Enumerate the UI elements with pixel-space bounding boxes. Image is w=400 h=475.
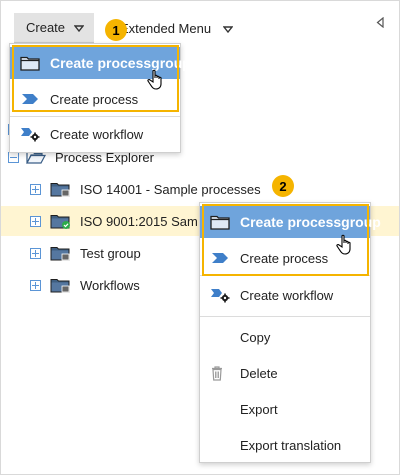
menu-item-label: Create process	[240, 250, 329, 266]
folder-locked-icon	[50, 245, 70, 261]
hand-cursor-icon	[336, 234, 351, 255]
folder-approved-icon	[50, 213, 70, 229]
step-badge-1: 1	[105, 19, 127, 41]
chevron-down-icon	[74, 25, 84, 32]
expand-toggle-icon[interactable]	[30, 184, 41, 195]
toolbar: Create Extended Menu	[0, 0, 400, 44]
create-dropdown-menu: Create processgroup Create process Creat…	[9, 43, 191, 153]
process-chevron-icon	[212, 253, 228, 263]
tree-label: ISO 14001 - Sample processes	[80, 181, 261, 197]
expand-toggle-icon[interactable]	[30, 280, 41, 291]
tree-label: ISO 9001:2015 Sam	[80, 213, 198, 229]
create-dropdown-button[interactable]: Create	[14, 13, 94, 43]
menu-item-export[interactable]: Export	[200, 393, 370, 425]
step-badge-2: 2	[272, 175, 294, 197]
workflow-gear-icon	[21, 128, 40, 142]
menu-item-label: Create process	[50, 91, 139, 107]
tree-item-iso14001[interactable]: ISO 14001 - Sample processes	[30, 178, 290, 200]
menu-item-label: Create workflow	[50, 126, 144, 142]
expand-toggle-icon[interactable]	[30, 248, 41, 259]
menu-item-label: Create processgroup	[240, 214, 381, 230]
menu-item-label: Export	[240, 401, 278, 417]
menu-item-label: Create processgroup	[50, 55, 191, 71]
folder-locked-icon	[50, 181, 70, 197]
expand-toggle-icon[interactable]	[30, 216, 41, 227]
menu-item-label: Delete	[240, 365, 278, 381]
hand-cursor-icon	[147, 69, 162, 90]
collapse-panel-icon[interactable]	[376, 17, 384, 28]
chevron-down-icon	[223, 25, 234, 33]
tree-item-iso9001[interactable]: ISO 9001:2015 Sam	[30, 210, 210, 232]
tree-label: Test group	[80, 245, 141, 261]
process-chevron-icon	[22, 94, 38, 104]
menu-item-copy[interactable]: Copy	[200, 321, 370, 353]
menu-item-label: Create workflow	[240, 287, 334, 303]
menu-item-create-workflow[interactable]: Create workflow	[200, 279, 370, 311]
menu-item-label: Export translation	[240, 437, 342, 453]
extended-menu-label: Extended Menu	[120, 20, 212, 36]
folder-icon	[210, 215, 230, 230]
tree-label: Workflows	[80, 277, 140, 293]
menu-item-export-translation[interactable]: Export translation	[200, 429, 370, 461]
menu-item-create-workflow[interactable]: Create workflow	[10, 118, 180, 150]
menu-separator	[200, 316, 370, 317]
tree-item-test-group[interactable]: Test group	[30, 242, 180, 264]
collapse-toggle-icon[interactable]	[8, 152, 19, 163]
menu-separator	[10, 116, 180, 117]
trash-icon	[212, 366, 222, 381]
menu-item-label: Copy	[240, 329, 271, 345]
create-button-label: Create	[26, 20, 66, 35]
tree-item-workflows[interactable]: Workflows	[30, 274, 180, 296]
folder-locked-icon	[50, 277, 70, 293]
workflow-gear-icon	[211, 289, 230, 303]
folder-icon	[20, 56, 40, 71]
menu-item-delete[interactable]: Delete	[200, 357, 370, 389]
menu-separator	[200, 275, 370, 276]
